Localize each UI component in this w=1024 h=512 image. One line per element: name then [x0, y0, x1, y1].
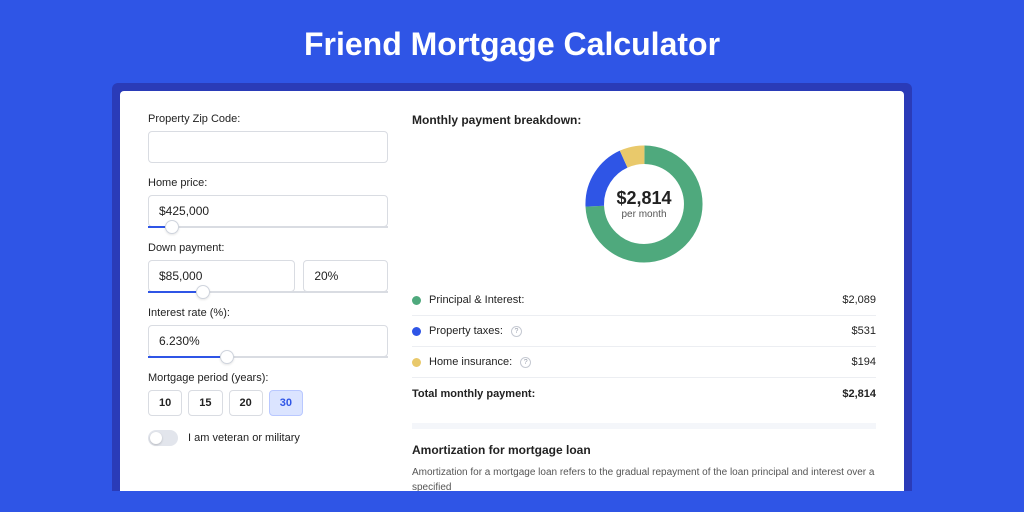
rate-slider-thumb[interactable] — [220, 350, 234, 364]
dot-icon — [412, 327, 421, 336]
rate-label: Interest rate (%): — [148, 307, 388, 319]
donut-sub: per month — [621, 209, 666, 220]
term-field-group: Mortgage period (years): 10 15 20 30 — [148, 372, 388, 416]
total-label: Total monthly payment: — [412, 388, 535, 400]
donut-center: $2,814 per month — [579, 139, 709, 269]
form-column: Property Zip Code: Home price: Down paym… — [148, 113, 388, 491]
page-title: Friend Mortgage Calculator — [0, 0, 1024, 83]
rate-input[interactable] — [148, 325, 388, 357]
line-item-pi: Principal & Interest: $2,089 — [412, 285, 876, 316]
calculator-card: Property Zip Code: Home price: Down paym… — [120, 91, 904, 491]
price-slider-thumb[interactable] — [165, 220, 179, 234]
line-item-tax: Property taxes: ? $531 — [412, 316, 876, 347]
zip-field-group: Property Zip Code: — [148, 113, 388, 163]
price-slider[interactable] — [148, 226, 388, 228]
donut-amount: $2,814 — [616, 188, 671, 209]
price-input[interactable] — [148, 195, 388, 227]
dot-icon — [412, 296, 421, 305]
donut-chart: $2,814 per month — [579, 139, 709, 269]
price-label: Home price: — [148, 177, 388, 189]
amortization-section: Amortization for mortgage loan Amortizat… — [412, 423, 876, 491]
veteran-toggle-knob — [150, 432, 162, 444]
line-label: Property taxes: — [429, 325, 503, 337]
dp-slider[interactable] — [148, 291, 388, 293]
dp-amount-input[interactable] — [148, 260, 295, 292]
veteran-toggle[interactable] — [148, 430, 178, 446]
term-buttons: 10 15 20 30 — [148, 390, 388, 416]
rate-field-group: Interest rate (%): — [148, 307, 388, 358]
line-label: Home insurance: — [429, 356, 512, 368]
amortization-heading: Amortization for mortgage loan — [412, 443, 876, 457]
dot-icon — [412, 358, 421, 367]
dp-slider-thumb[interactable] — [196, 285, 210, 299]
dp-field-group: Down payment: — [148, 242, 388, 293]
line-value: $2,089 — [842, 294, 876, 306]
term-label: Mortgage period (years): — [148, 372, 388, 384]
breakdown-column: Monthly payment breakdown: $2,814 per mo… — [412, 113, 876, 491]
line-item-total: Total monthly payment: $2,814 — [412, 378, 876, 409]
zip-label: Property Zip Code: — [148, 113, 388, 125]
line-label: Principal & Interest: — [429, 294, 524, 306]
veteran-label: I am veteran or military — [188, 432, 300, 444]
term-button-10[interactable]: 10 — [148, 390, 182, 416]
term-button-30[interactable]: 30 — [269, 390, 303, 416]
line-value: $194 — [852, 356, 876, 368]
price-field-group: Home price: — [148, 177, 388, 228]
card-backdrop: Property Zip Code: Home price: Down paym… — [112, 83, 912, 491]
line-value: $531 — [852, 325, 876, 337]
veteran-toggle-row: I am veteran or military — [148, 430, 388, 446]
rate-slider[interactable] — [148, 356, 388, 358]
breakdown-title: Monthly payment breakdown: — [412, 113, 876, 127]
term-button-20[interactable]: 20 — [229, 390, 263, 416]
dp-percent-input[interactable] — [303, 260, 388, 292]
info-icon[interactable]: ? — [511, 326, 522, 337]
dp-label: Down payment: — [148, 242, 388, 254]
donut-chart-wrap: $2,814 per month — [412, 139, 876, 269]
term-button-15[interactable]: 15 — [188, 390, 222, 416]
zip-input[interactable] — [148, 131, 388, 163]
amortization-text: Amortization for a mortgage loan refers … — [412, 465, 876, 491]
line-item-ins: Home insurance: ? $194 — [412, 347, 876, 378]
total-value: $2,814 — [842, 388, 876, 400]
info-icon[interactable]: ? — [520, 357, 531, 368]
